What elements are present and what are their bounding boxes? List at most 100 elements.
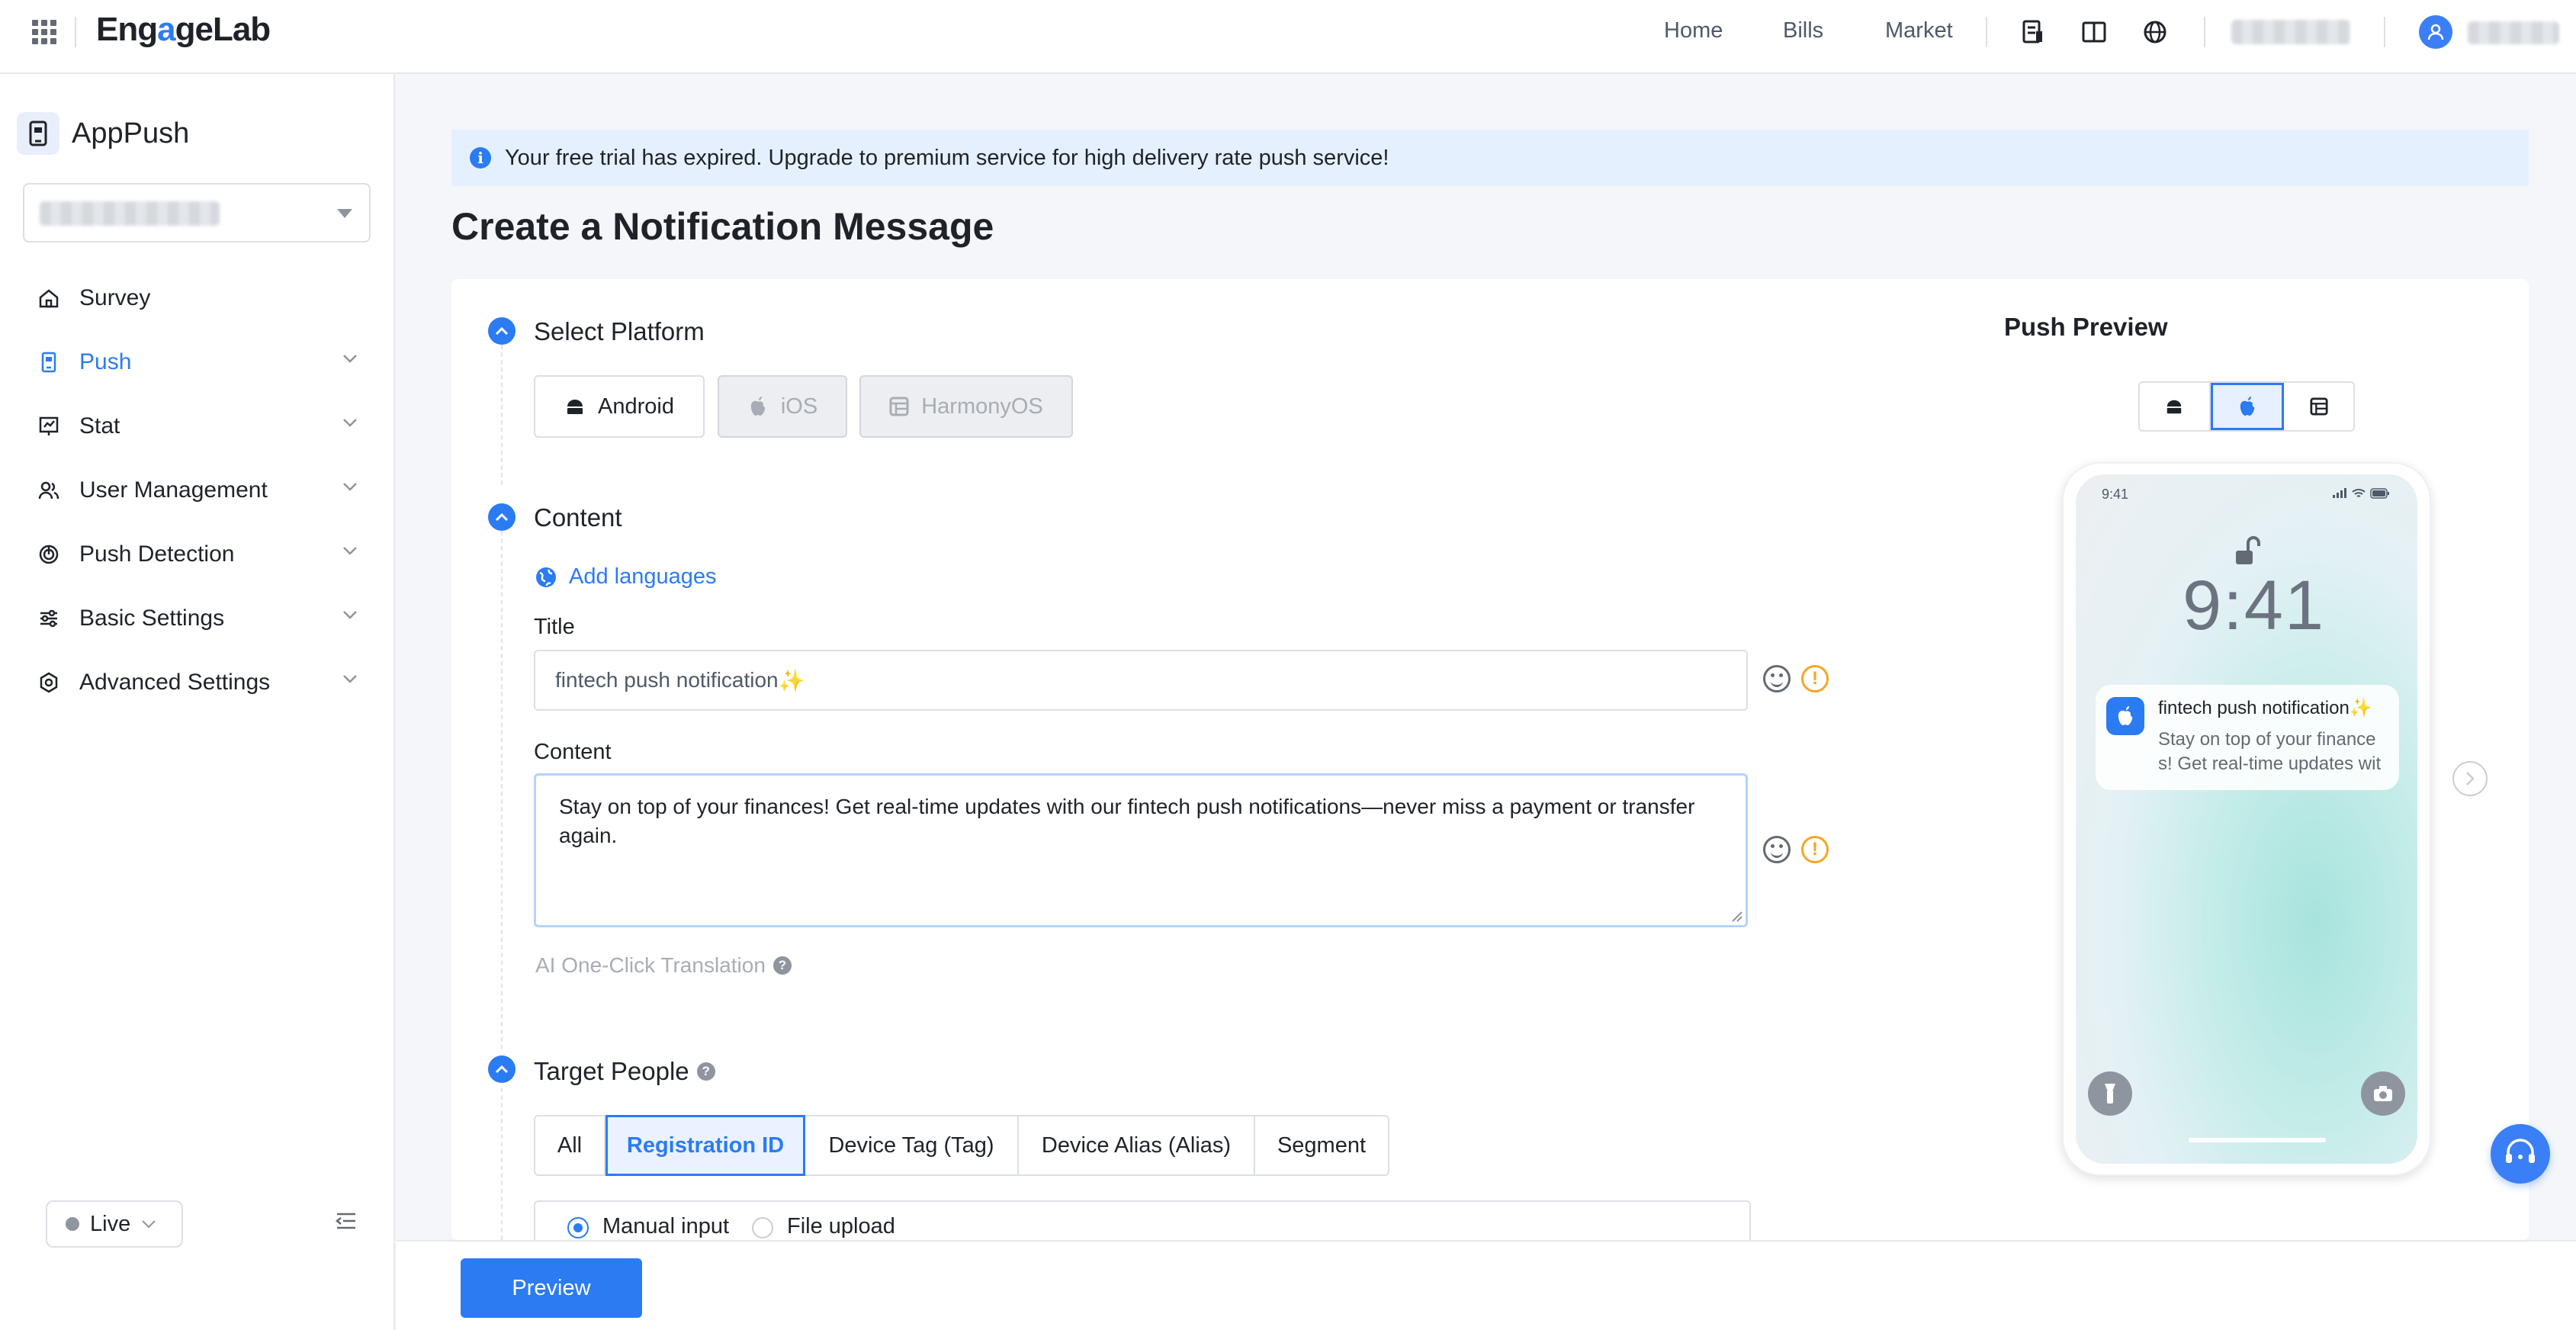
sidebar-item-label: User Management [79, 477, 268, 503]
bottom-action-bar [397, 1240, 2576, 1330]
platform-harmonyos-button[interactable]: HarmonyOS [859, 375, 1073, 438]
warning-icon[interactable]: ! [1801, 836, 1829, 863]
app-selector[interactable] [23, 183, 371, 243]
preview-button[interactable]: Preview [461, 1258, 642, 1318]
sidebar-item-label: Basic Settings [79, 606, 225, 631]
platform-ios-button[interactable]: iOS [718, 375, 847, 438]
timeline-line [501, 345, 503, 485]
notification-body: Stay on top of your finances! Get real-t… [2158, 729, 2382, 774]
chart-icon [39, 416, 59, 435]
tab-all[interactable]: All [534, 1115, 605, 1176]
customer-support-button[interactable] [2491, 1124, 2550, 1184]
sidebar-item-stat[interactable]: Stat [38, 403, 358, 449]
home-icon [39, 289, 59, 308]
engagelab-logo[interactable]: EngageLab [96, 11, 271, 49]
apppush-logo-icon [17, 112, 59, 155]
sidebar-item-advanced-settings[interactable]: Advanced Settings [38, 660, 358, 705]
add-languages-link[interactable]: Add languages [534, 564, 717, 590]
users-icon [38, 481, 59, 500]
wifi-icon [2352, 489, 2366, 497]
sidebar-item-label: Advanced Settings [79, 670, 271, 695]
banner-text: Your free trial has expired. Upgrade to … [505, 145, 1389, 170]
blurred-account[interactable] [2231, 20, 2350, 44]
blurred-username[interactable] [2468, 21, 2559, 44]
sidebar: AppPush Survey Push Stat User Management… [0, 74, 395, 1330]
chevron-down-icon [343, 483, 357, 491]
notification-app-icon [2106, 697, 2144, 735]
blurred-app-name [40, 201, 220, 226]
environment-select[interactable]: Live [46, 1200, 183, 1248]
resize-handle-icon[interactable] [1731, 911, 1743, 923]
chevron-down-icon [343, 547, 357, 555]
radio-manual-input[interactable] [567, 1217, 589, 1238]
collapse-section-icon[interactable] [488, 317, 516, 345]
camera-icon [2361, 1071, 2405, 1116]
collapse-sidebar-icon[interactable] [336, 1211, 357, 1231]
language-globe-icon [536, 567, 556, 587]
platform-label: HarmonyOS [921, 394, 1043, 419]
platform-android-button[interactable]: Android [534, 375, 705, 438]
radio-manual-input-label[interactable]: Manual input [602, 1214, 729, 1239]
apps-grid-icon[interactable] [32, 20, 56, 44]
tab-segment[interactable]: Segment [1255, 1115, 1389, 1176]
sidebar-item-label: Survey [79, 285, 151, 310]
sidebar-item-user-management[interactable]: User Management [38, 467, 358, 513]
sidebar-item-push-detection[interactable]: Push Detection [38, 532, 358, 577]
divider [2384, 17, 2385, 47]
collapse-section-icon[interactable] [488, 503, 516, 531]
home-indicator [2189, 1138, 2326, 1142]
gear-icon [40, 672, 58, 693]
columns-icon[interactable] [2079, 17, 2109, 47]
content-textarea[interactable]: Stay on top of your finances! Get real-t… [534, 773, 1748, 927]
radio-file-upload-label[interactable]: File upload [787, 1214, 895, 1239]
collapse-section-icon[interactable] [488, 1055, 516, 1083]
info-icon: i [470, 147, 491, 169]
sidebar-item-label: Stat [79, 413, 120, 439]
emoji-picker-icon[interactable] [1763, 665, 1791, 692]
sidebar-item-survey[interactable]: Survey [38, 275, 358, 321]
ai-translation-link[interactable]: AI One-Click Translation ? [535, 953, 792, 978]
tab-device-alias[interactable]: Device Alias (Alias) [1019, 1115, 1255, 1176]
sidebar-item-basic-settings[interactable]: Basic Settings [38, 596, 358, 641]
help-icon[interactable]: ? [772, 956, 792, 975]
emoji-picker-icon[interactable] [1763, 836, 1791, 863]
next-preview-button[interactable] [2452, 761, 2488, 796]
title-label: Title [534, 615, 575, 639]
nav-market[interactable]: Market [1885, 18, 1953, 43]
divider [75, 17, 76, 47]
push-icon [41, 352, 56, 373]
preview-harmonyos-button[interactable] [2284, 383, 2353, 430]
preview-title: Push Preview [2004, 313, 2168, 341]
preview-android-button[interactable] [2140, 383, 2211, 430]
harmonyos-icon [2310, 397, 2328, 416]
document-icon[interactable] [2018, 17, 2048, 47]
tab-registration-id[interactable]: Registration ID [605, 1115, 805, 1176]
add-languages-label: Add languages [569, 564, 717, 589]
preview-ios-button[interactable] [2210, 383, 2285, 430]
nav-home[interactable]: Home [1664, 18, 1723, 43]
unlocked-padlock-icon [2236, 536, 2260, 564]
warning-icon[interactable]: ! [1801, 665, 1829, 692]
section-title-platform: Select Platform [534, 317, 705, 345]
nav-bills[interactable]: Bills [1783, 18, 1823, 43]
globe-icon[interactable] [2140, 17, 2170, 47]
headset-icon [2506, 1139, 2535, 1163]
help-icon[interactable]: ? [696, 1062, 715, 1081]
user-avatar-icon[interactable] [2419, 15, 2452, 49]
radio-file-upload[interactable] [752, 1217, 773, 1238]
chevron-down-icon [343, 419, 357, 427]
title-input-value: fintech push notification [555, 668, 779, 692]
sidebar-item-push[interactable]: Push [38, 339, 358, 385]
sliders-icon [40, 609, 57, 628]
sidebar-item-label: Push Detection [79, 541, 235, 567]
phone-status-time: 9:41 [2102, 487, 2129, 502]
section-title-content: Content [534, 503, 622, 532]
android-icon [2167, 400, 2182, 414]
signal-icon [2333, 488, 2346, 498]
tab-device-tag[interactable]: Device Tag (Tag) [805, 1115, 1019, 1176]
content-label: Content [534, 740, 612, 764]
notification-title: fintech push notification✨ [2158, 698, 2372, 718]
timeline-line [501, 531, 503, 1049]
title-input[interactable]: fintech push notification ✨ [534, 650, 1748, 711]
preview-platform-switch [2138, 381, 2355, 432]
